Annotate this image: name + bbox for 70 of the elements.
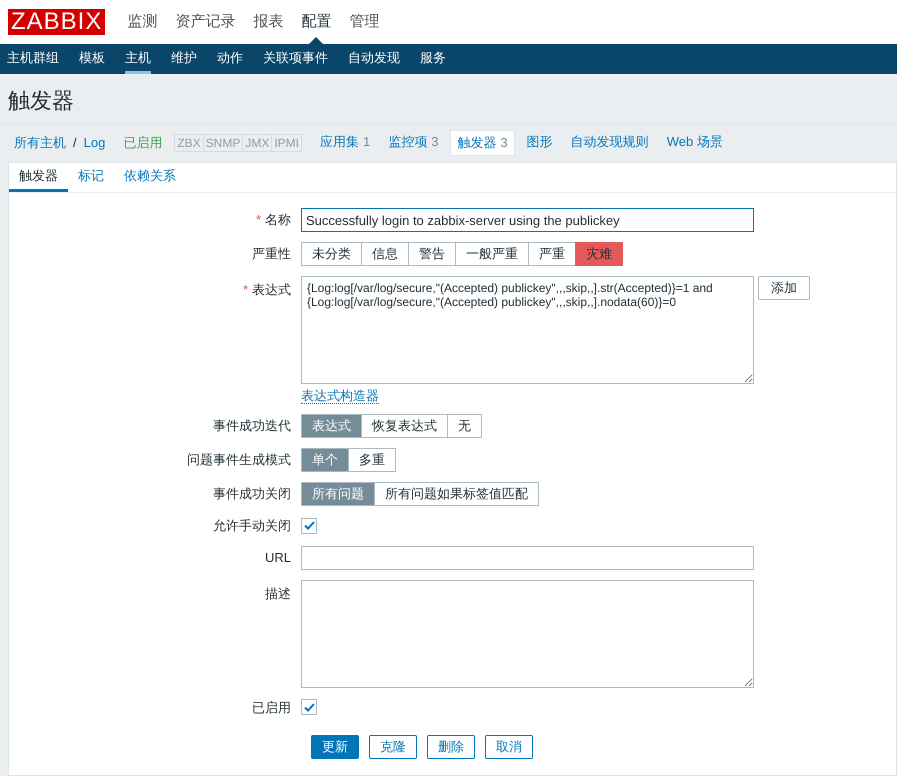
availability-badge: JMX [242, 134, 272, 152]
main-menu-item[interactable]: 报表 [253, 10, 284, 34]
host-tab[interactable]: Web 场景 [660, 130, 729, 156]
sub-menu-item[interactable]: 模板 [79, 44, 105, 74]
form-button[interactable]: 删除 [427, 735, 475, 759]
field-label: 事件成功关闭 [213, 486, 291, 502]
text-field[interactable]: Successfully login to zabbix-server using the publickey [301, 208, 754, 232]
field-label: 已启用 [252, 700, 291, 714]
field-label: URL [264, 550, 291, 565]
sub-menu-item[interactable]: 主机群组 [7, 44, 59, 74]
breadcrumb-link[interactable]: 所有主机 [14, 133, 66, 153]
sub-menu-item[interactable]: 服务 [420, 44, 446, 74]
checkbox[interactable] [301, 518, 317, 534]
required-mark: * [256, 212, 261, 228]
segment-option[interactable]: 一般严重 [455, 242, 529, 266]
availability-badge: SNMP [202, 134, 244, 152]
form-button[interactable]: 取消 [485, 735, 533, 759]
text-field[interactable] [301, 546, 754, 570]
form-tab[interactable]: 触发器 [9, 163, 68, 192]
sub-menu-item[interactable]: 自动发现 [348, 44, 400, 74]
logo[interactable]: ZABBIX [8, 9, 106, 35]
breadcrumb-separator: / [73, 134, 77, 152]
host-tab[interactable]: 监控项 3 [382, 130, 444, 156]
add-button[interactable]: 添加 [758, 276, 810, 300]
breadcrumb-link[interactable]: Log [84, 133, 106, 153]
availability-badge: IPMI [271, 134, 302, 152]
main-menu-item[interactable]: 配置 [301, 10, 332, 34]
field-label: 表达式 [252, 282, 291, 297]
expression-field[interactable]: {Log:log[/var/log/secure,"(Accepted) publickey",,,skip,,].str(Accepted)}=1 and {Log:log[/var/log/secure,"(Accepted) publickey",,,skip,,].nodata(60)}=0 [301, 276, 754, 384]
expression-builder-link[interactable]: 表达式构造器 [301, 388, 379, 404]
segment-option[interactable]: 信息 [361, 242, 409, 266]
segment-option[interactable]: 多重 [348, 448, 396, 472]
form-tab[interactable]: 标记 [68, 163, 114, 192]
host-tab[interactable]: 图形 [520, 130, 559, 156]
form-tab[interactable]: 依赖关系 [114, 163, 186, 192]
field-label: 严重性 [252, 246, 291, 262]
field-label: 允许手动关闭 [213, 518, 291, 533]
field-label: 描述 [265, 586, 291, 600]
form-button[interactable]: 克隆 [369, 735, 417, 759]
sub-menu-item[interactable]: 动作 [217, 44, 243, 74]
check-icon [304, 521, 314, 530]
segment-option[interactable]: 无 [447, 414, 482, 438]
segment-option[interactable]: 严重 [528, 242, 576, 266]
host-tab[interactable]: 触发器 3 [450, 130, 515, 156]
host-tab[interactable]: 应用集 1 [314, 130, 376, 156]
required-mark: * [242, 282, 248, 297]
main-menu-item[interactable]: 监测 [127, 10, 158, 34]
segment-option[interactable]: 未分类 [301, 242, 362, 266]
checkbox[interactable] [301, 699, 317, 716]
availability-badge: ZBX [174, 134, 204, 152]
sub-menu-item[interactable]: 主机 [125, 44, 151, 74]
segment-option[interactable]: 警告 [408, 242, 456, 266]
page-title: 触发器 [8, 87, 75, 115]
field-label: 事件成功迭代 [213, 418, 291, 434]
host-tab[interactable]: 自动发现规则 [564, 130, 655, 156]
sub-menu-item[interactable]: 关联项事件 [263, 44, 328, 74]
description-field[interactable] [301, 580, 754, 688]
sub-menu-item[interactable]: 维护 [171, 44, 197, 74]
segment-option[interactable]: 灾难 [575, 242, 623, 266]
field-label: 问题事件生成模式 [187, 452, 291, 468]
check-icon [304, 702, 314, 712]
expression-line: {Log:log[/var/log/secure,"(Accepted) publickey",,,skip,,].str(Accepted)}=1 and [307, 281, 714, 295]
main-menu-item[interactable]: 资产记录 [175, 10, 236, 34]
segment-option[interactable]: 所有问题如果标签值匹配 [374, 482, 539, 506]
host-status: 已启用 [123, 134, 162, 152]
field-label: 名称 [265, 212, 291, 228]
main-menu-item[interactable]: 管理 [349, 10, 380, 34]
segment-option[interactable]: 恢复表达式 [361, 414, 448, 438]
form-button[interactable]: 更新 [311, 735, 359, 759]
expression-line: {Log:log[/var/log/secure,"(Accepted) publickey",,,skip,,].nodata(60)}=0 [307, 295, 678, 309]
